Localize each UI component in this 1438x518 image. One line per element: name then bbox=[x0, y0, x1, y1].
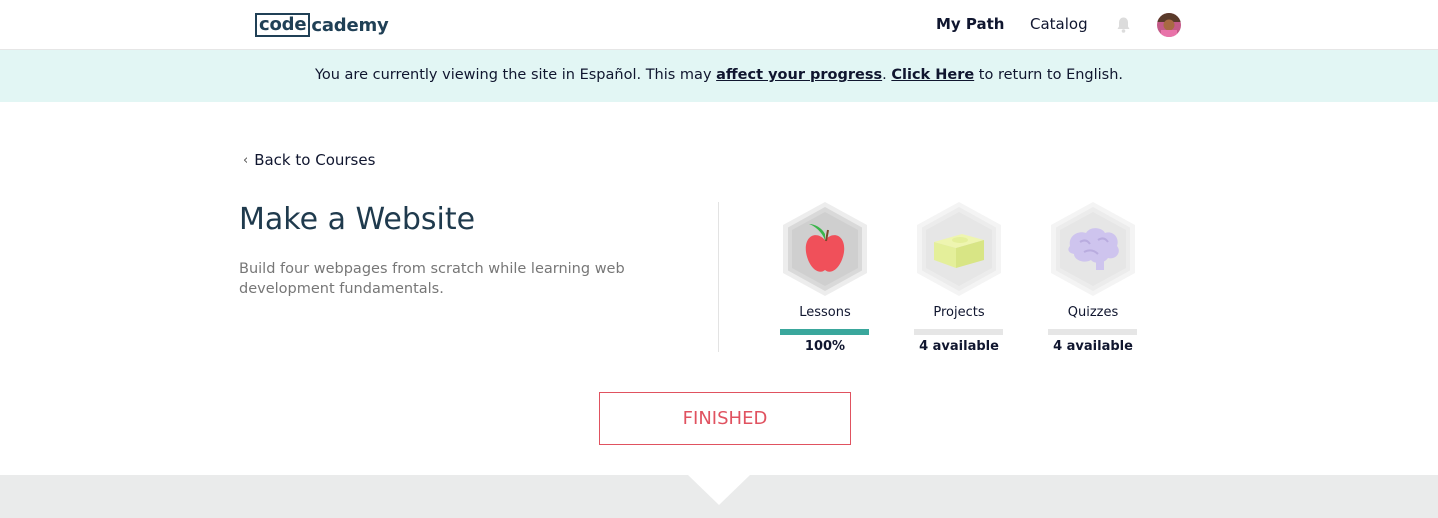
banner-prefix: You are currently viewing the site in Es… bbox=[314, 67, 717, 83]
progress-fill bbox=[780, 329, 869, 335]
divider bbox=[718, 202, 719, 352]
brain-icon bbox=[1051, 202, 1135, 296]
stat-label: Projects bbox=[933, 305, 985, 320]
progress-bar bbox=[914, 329, 1003, 335]
stat-value: 100% bbox=[804, 339, 846, 354]
stat-projects: Projects 4 available bbox=[914, 200, 1004, 354]
bell-icon[interactable] bbox=[1115, 16, 1132, 34]
apple-icon bbox=[783, 202, 867, 296]
section-notch bbox=[688, 475, 750, 505]
logo-code: code bbox=[255, 13, 311, 37]
stat-value: 4 available bbox=[919, 339, 999, 354]
nav-my-path[interactable]: My Path bbox=[936, 15, 1005, 33]
affect-progress-link[interactable]: affect your progress bbox=[716, 67, 882, 83]
stat-label: Quizzes bbox=[1067, 305, 1119, 320]
codecademy-logo[interactable]: code cademy bbox=[255, 13, 389, 37]
back-label: Back to Courses bbox=[254, 151, 376, 169]
stat-quizzes: Quizzes 4 available bbox=[1048, 200, 1138, 354]
language-banner: You are currently viewing the site in Es… bbox=[0, 50, 1438, 102]
nav-catalog[interactable]: Catalog bbox=[1030, 15, 1088, 33]
avatar[interactable] bbox=[1157, 13, 1181, 37]
banner-mid: . bbox=[882, 67, 892, 83]
top-nav: code cademy My Path Catalog bbox=[0, 0, 1438, 50]
banner-text: You are currently viewing the site in Es… bbox=[0, 67, 1438, 83]
click-here-link[interactable]: Click Here bbox=[891, 67, 974, 83]
chevron-left-icon: ‹ bbox=[243, 152, 249, 168]
course-title: Make a Website bbox=[239, 202, 476, 237]
stat-label: Lessons bbox=[799, 305, 851, 320]
course-description: Build four webpages from scratch while l… bbox=[239, 261, 625, 297]
banner-suffix: to return to English. bbox=[974, 67, 1124, 83]
back-to-courses-link[interactable]: ‹ Back to Courses bbox=[243, 151, 375, 169]
progress-bar bbox=[780, 329, 869, 335]
progress-bar bbox=[1048, 329, 1137, 335]
block-icon bbox=[917, 202, 1001, 296]
finished-button[interactable]: FINISHED bbox=[599, 392, 851, 445]
logo-cademy: cademy bbox=[311, 14, 389, 36]
stat-lessons: Lessons 100% bbox=[780, 200, 870, 354]
stat-value: 4 available bbox=[1053, 339, 1133, 354]
